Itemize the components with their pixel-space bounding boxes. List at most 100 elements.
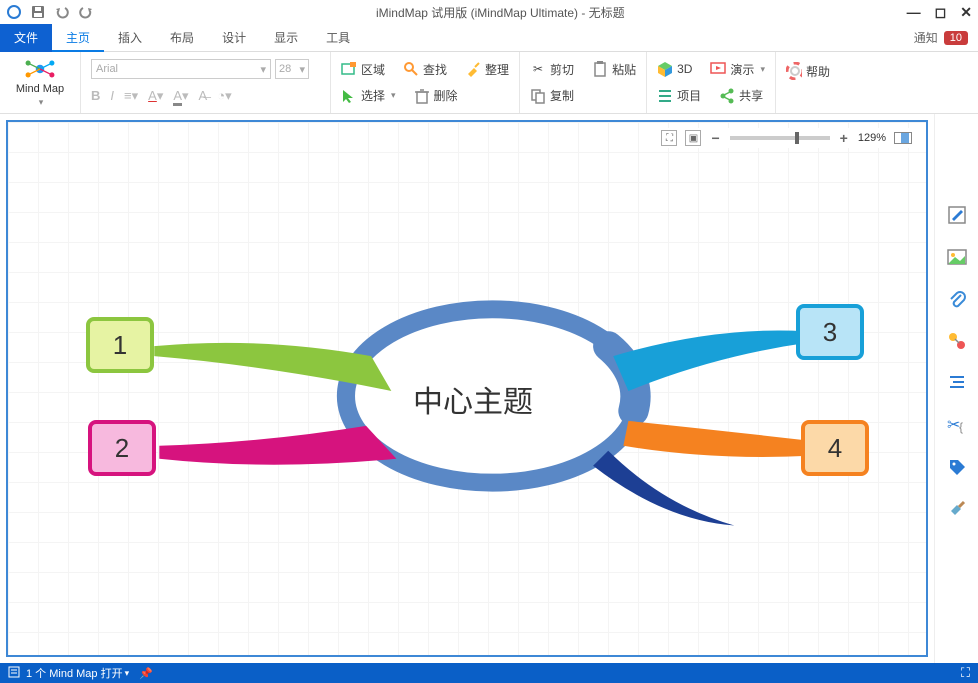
region-icon bbox=[341, 61, 357, 77]
tab-file[interactable]: 文件 bbox=[0, 24, 52, 52]
maximize-button[interactable]: ◻ bbox=[935, 4, 947, 21]
list-icon bbox=[657, 88, 673, 104]
side-panel: ✂{ bbox=[934, 114, 978, 663]
highlight-button[interactable]: A▾ bbox=[173, 88, 188, 104]
tab-view[interactable]: 显示 bbox=[260, 24, 312, 52]
copy-icon bbox=[530, 88, 546, 104]
undo-icon[interactable] bbox=[54, 4, 70, 20]
bullet-list-button[interactable]: ≡▾ bbox=[124, 88, 138, 104]
ribbon-group-help: 帮助 bbox=[776, 52, 978, 113]
cursor-icon bbox=[341, 88, 357, 104]
tag-icon[interactable] bbox=[946, 456, 968, 478]
italic-button[interactable]: I bbox=[110, 88, 114, 103]
format-painter-icon[interactable] bbox=[946, 498, 968, 520]
help-button[interactable]: 帮助 bbox=[786, 60, 830, 82]
share-button[interactable]: 共享 bbox=[719, 85, 763, 107]
ribbon-group-clipboard: ✂剪切 粘贴 复制 bbox=[520, 52, 647, 113]
pin-icon[interactable]: 📌 bbox=[139, 667, 153, 680]
present-button[interactable]: 演示▾ bbox=[710, 58, 765, 80]
node-4[interactable]: 4 bbox=[801, 420, 869, 476]
zoom-out-button[interactable]: − bbox=[709, 130, 721, 146]
app-icon bbox=[6, 4, 22, 20]
title-bar: iMindMap 试用版 (iMindMap Ultimate) - 无标题 —… bbox=[0, 0, 978, 24]
status-bar: 1 个 Mind Map 打开 ▾ 📌 ⛶ bbox=[0, 663, 978, 683]
attachment-icon[interactable] bbox=[946, 288, 968, 310]
copy-button[interactable]: 复制 bbox=[530, 85, 574, 107]
mindmap-button[interactable]: Mind Map ▾ bbox=[10, 57, 70, 108]
window-title: iMindMap 试用版 (iMindMap Ultimate) - 无标题 bbox=[94, 4, 907, 21]
share-icon bbox=[719, 88, 735, 104]
tab-home[interactable]: 主页 bbox=[52, 24, 104, 52]
shape-fill-button[interactable]: ◔▾ bbox=[217, 88, 231, 104]
search-icon bbox=[403, 61, 419, 77]
notes-icon[interactable] bbox=[946, 204, 968, 226]
chevron-down-icon: ▾ bbox=[299, 63, 305, 76]
task-icon[interactable] bbox=[946, 330, 968, 352]
zoom-in-button[interactable]: + bbox=[838, 130, 850, 146]
notify-label: 通知 bbox=[914, 29, 938, 46]
tab-design[interactable]: 设计 bbox=[208, 24, 260, 52]
mindmap-canvas[interactable]: 1 2 3 4 中心主题 ⛶ ▣ − + 129% bbox=[6, 120, 928, 657]
save-icon[interactable] bbox=[30, 4, 46, 20]
tab-insert[interactable]: 插入 bbox=[104, 24, 156, 52]
scissors-icon: ✂ bbox=[530, 61, 546, 77]
clear-format-button[interactable]: A̶ bbox=[199, 88, 208, 103]
node-2[interactable]: 2 bbox=[88, 420, 156, 476]
node-1[interactable]: 1 bbox=[86, 317, 154, 373]
ribbon-group-mindmap: Mind Map ▾ bbox=[0, 52, 81, 113]
central-topic[interactable]: 中心主题 bbox=[413, 377, 533, 421]
center-button[interactable]: ▣ bbox=[685, 130, 701, 146]
delete-button[interactable]: 删除 bbox=[414, 85, 458, 107]
outline-icon[interactable] bbox=[946, 372, 968, 394]
cut-button[interactable]: ✂剪切 bbox=[530, 58, 574, 80]
status-open-maps[interactable]: 1 个 Mind Map 打开 bbox=[26, 665, 123, 681]
bold-button[interactable]: B bbox=[91, 88, 100, 103]
image-icon[interactable] bbox=[946, 246, 968, 268]
minimize-button[interactable]: — bbox=[907, 4, 921, 21]
tab-layout[interactable]: 布局 bbox=[156, 24, 208, 52]
3d-button[interactable]: 3D bbox=[657, 58, 692, 80]
minimap-button[interactable] bbox=[894, 132, 912, 144]
svg-text:{: { bbox=[959, 420, 963, 434]
fit-screen-button[interactable]: ⛶ bbox=[661, 130, 677, 146]
find-button[interactable]: 查找 bbox=[403, 58, 447, 80]
present-icon bbox=[710, 61, 726, 77]
ribbon: Mind Map ▾ Arial▾ 28▾ B I ≡▾ A▾ A▾ A̶ ◔▾… bbox=[0, 52, 978, 114]
clean-button[interactable]: 整理 bbox=[465, 58, 509, 80]
ribbon-group-edit: 区域 查找 整理 选择▾ 删除 bbox=[331, 52, 520, 113]
font-family-select[interactable]: Arial▾ bbox=[91, 59, 271, 79]
fullscreen-icon[interactable]: ⛶ bbox=[961, 665, 970, 681]
workspace: 1 2 3 4 中心主题 ⛶ ▣ − + 129% ✂{ bbox=[0, 114, 978, 663]
notifications[interactable]: 通知 10 bbox=[914, 29, 978, 46]
node-3[interactable]: 3 bbox=[796, 304, 864, 360]
tab-tools[interactable]: 工具 bbox=[312, 24, 364, 52]
redo-icon[interactable] bbox=[78, 4, 94, 20]
lifebuoy-icon bbox=[786, 63, 802, 79]
region-button[interactable]: 区域 bbox=[341, 58, 385, 80]
canvas-toolbar: ⛶ ▣ − + 129% bbox=[657, 128, 916, 148]
snippet-icon[interactable]: ✂{ bbox=[946, 414, 968, 436]
broom-icon bbox=[465, 61, 481, 77]
font-color-button[interactable]: A▾ bbox=[148, 88, 163, 104]
menu-bar: 文件 主页 插入 布局 设计 显示 工具 通知 10 bbox=[0, 24, 978, 52]
document-icon bbox=[8, 666, 20, 681]
cube-icon bbox=[657, 61, 673, 77]
chevron-down-icon: ▾ bbox=[760, 64, 765, 75]
trash-icon bbox=[414, 88, 430, 104]
project-button[interactable]: 项目 bbox=[657, 85, 701, 107]
paste-button[interactable]: 粘贴 bbox=[592, 58, 636, 80]
font-size-select[interactable]: 28▾ bbox=[275, 59, 309, 79]
ribbon-group-view: 3D 演示▾ 项目 共享 bbox=[647, 52, 776, 113]
clipboard-icon bbox=[592, 61, 608, 77]
notify-badge: 10 bbox=[944, 31, 968, 45]
zoom-percent: 129% bbox=[858, 132, 886, 144]
select-button[interactable]: 选择▾ bbox=[341, 85, 396, 107]
mindmap-label: Mind Map bbox=[16, 83, 64, 95]
zoom-slider[interactable] bbox=[730, 136, 830, 140]
chevron-down-icon: ▾ bbox=[260, 63, 266, 76]
chevron-down-icon: ▾ bbox=[39, 97, 44, 108]
chevron-down-icon: ▾ bbox=[125, 668, 130, 679]
close-button[interactable]: ✕ bbox=[960, 4, 972, 21]
ribbon-group-font: Arial▾ 28▾ B I ≡▾ A▾ A▾ A̶ ◔▾ bbox=[81, 52, 331, 113]
chevron-down-icon: ▾ bbox=[391, 90, 396, 101]
